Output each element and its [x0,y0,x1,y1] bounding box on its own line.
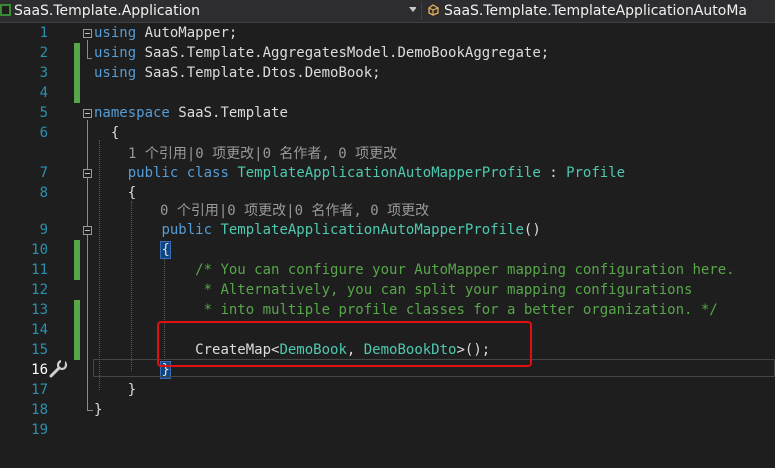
comment-text: * into multiple profile classes for a be… [195,302,718,318]
line-number: 9 [39,222,48,238]
code-line: 2 using SaaS.Template.AggregatesModel.De… [0,43,775,63]
line-number: 11 [31,262,48,278]
using-namespace: SaaS.Template.Dtos.DemoBook; [144,65,381,81]
line-number: 6 [39,125,48,141]
code-line: 10 { [0,240,775,260]
class-name-token: TemplateApplicationAutoMapperProfile [237,165,541,181]
code-line: 6 { [0,123,775,143]
namespace-name: SaaS.Template [178,105,288,121]
code-line: 17 } [0,380,775,400]
change-marker [74,240,80,260]
code-line: 5 namespace SaaS.Template [0,103,775,123]
code-line: 12 * Alternatively, you can split your m… [0,280,775,300]
line-number: 16 [31,362,48,378]
line-number: 2 [39,45,48,61]
code-editor-window: SaaS.Template.Application SaaS.Template.… [0,0,775,468]
quick-actions-wrench-icon[interactable] [48,360,68,378]
chevron-down-icon[interactable] [409,7,416,12]
codelens-references[interactable]: 1 个引用|0 项更改|0 名作者, 0 项更改 [128,144,397,164]
codelens-references[interactable]: 0 个引用|0 项更改|0 名作者, 0 项更改 [160,201,429,221]
collapse-icon[interactable] [83,226,92,235]
comment-text: * Alternatively, you can split your mapp… [195,282,693,298]
comment-text: /* You can configure your AutoMapper map… [195,262,735,278]
line-number: 1 [39,25,48,41]
base-class-token: Profile [566,165,626,181]
collapse-icon[interactable] [83,29,92,38]
line-number: 4 [39,85,48,101]
project-dropdown[interactable]: SaaS.Template.Application [0,1,416,21]
line-number: 8 [39,185,48,201]
class-name: SaaS.Template.TemplateApplicationAutoMa [444,3,747,19]
collapse-icon[interactable] [83,109,92,118]
change-marker [74,300,80,320]
change-marker [74,63,80,83]
change-marker [74,340,80,360]
change-marker [74,43,80,63]
collapse-icon[interactable] [83,169,92,178]
line-number: 17 [31,382,48,398]
code-line: 7 public class TemplateApplicationAutoMa… [0,163,775,183]
line-number: 18 [31,402,48,418]
project-name: SaaS.Template.Application [14,3,200,19]
change-marker [74,83,80,103]
nav-divider [421,2,422,20]
code-line: 8 { [0,183,775,203]
line-number: 15 [31,342,48,358]
code-line: 19 [0,420,775,440]
code-area[interactable]: 1 using AutoMapper; 2 using SaaS.Templat… [0,23,775,468]
navigation-bar: SaaS.Template.Application SaaS.Template.… [0,0,775,23]
code-line: 9 public TemplateApplicationAutoMapperPr… [0,220,775,240]
using-namespace: AutoMapper; [144,25,238,41]
line-number: 5 [39,105,48,121]
line-number: 14 [31,322,48,338]
line-number: 13 [31,302,48,318]
code-line: 11 /* You can configure your AutoMapper … [0,260,775,280]
csharp-project-icon [0,4,11,16]
line-number: 3 [39,65,48,81]
line-number: 12 [31,282,48,298]
line-number: 19 [31,422,48,438]
change-marker [74,260,80,280]
class-dropdown[interactable]: SaaS.Template.TemplateApplicationAutoMa [427,1,775,21]
line-number: 7 [39,165,48,181]
code-line: 13 * into multiple profile classes for a… [0,300,775,320]
code-line: 4 [0,83,775,103]
change-marker [74,320,80,340]
code-line: 18 } [0,400,775,420]
using-namespace: SaaS.Template.AggregatesModel.DemoBookAg… [144,45,550,61]
code-line: 3 using SaaS.Template.Dtos.DemoBook; [0,63,775,83]
line-number: 10 [31,242,48,258]
class-icon [428,4,439,16]
code-line: 1 using AutoMapper; [0,23,775,43]
constructor-name-token: TemplateApplicationAutoMapperProfile [220,222,524,238]
highlight-annotation-box [157,321,532,367]
